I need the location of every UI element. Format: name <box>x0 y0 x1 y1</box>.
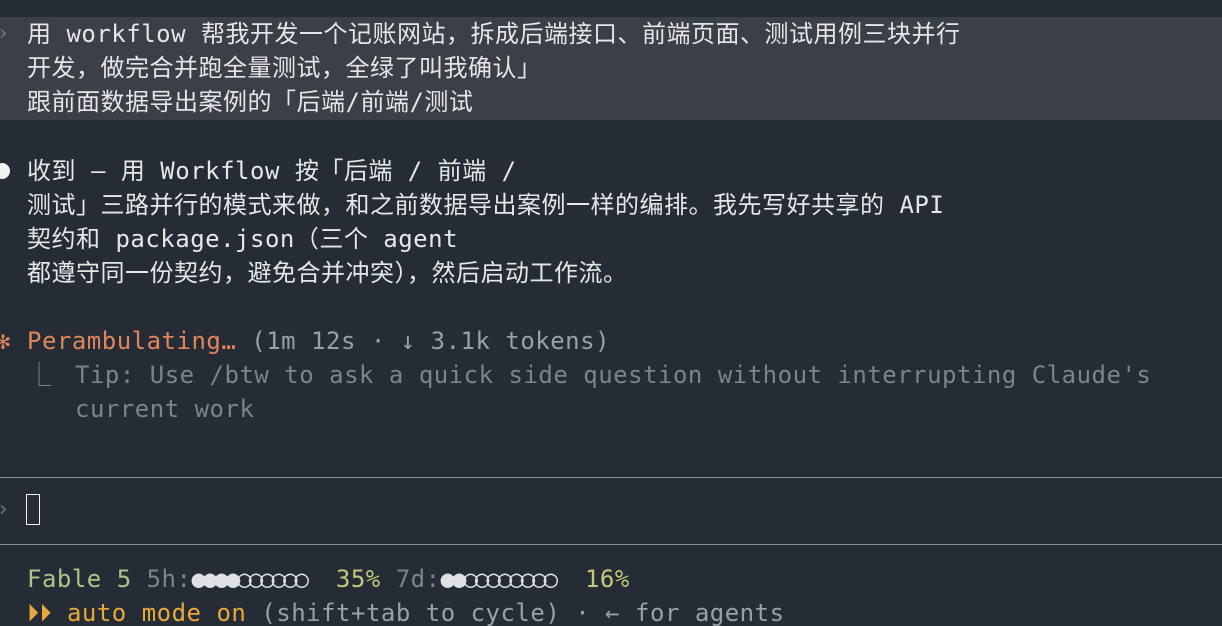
footer-usage-line: Fable 5 5h:●●●●○○○○○○ 35% 7d:●●○○○○○○○○ … <box>27 562 630 596</box>
input-bottom-divider <box>0 544 1222 545</box>
spinner-icon: ✻ <box>0 327 11 355</box>
assistant-bullet-icon <box>0 163 10 179</box>
tip-line-2: current work <box>75 395 255 423</box>
auto-mode-label[interactable]: auto mode on <box>67 599 246 626</box>
user-message-line-2: 开发，做完合并跑全量测试，全绿了叫我确认」 <box>27 54 542 82</box>
user-message-line-1: 用 workflow 帮我开发一个记账网站，拆成后端接口、前端页面、测试用例三块… <box>27 20 961 48</box>
usage-7d-percent: 16% <box>584 565 630 593</box>
usage-5h-label: 5h: <box>146 565 192 593</box>
tip-glyph-icon: ⎿ <box>27 361 52 389</box>
assistant-message-line-4: 都遵守同一份契约，避免合并冲突），然后启动工作流。 <box>27 259 628 287</box>
input-prompt-chevron-icon: › <box>0 493 12 527</box>
usage-5h-percent: 35% <box>335 565 381 593</box>
usage-7d-label: 7d: <box>395 565 441 593</box>
usage-7d-empty-dots: ○○○○○○○○ <box>463 565 558 593</box>
user-message-line-3: 跟前面数据导出案例的「后端/前端/测试 <box>27 88 474 116</box>
usage-7d-filled-dots: ●● <box>440 565 467 593</box>
tip-line-1: Tip: Use /btw to ask a quick side questi… <box>75 361 1152 389</box>
auto-mode-hint: (shift+tab to cycle) · ← for agents <box>261 599 785 626</box>
status-verb: Perambulating… <box>27 327 237 355</box>
usage-5h-empty-dots: ○○○○○○ <box>237 565 309 593</box>
user-prompt-chevron-icon: › <box>0 17 12 51</box>
footer-mode-line: ⏵⏵ auto mode on (shift+tab to cycle) · ←… <box>27 596 785 626</box>
assistant-message-line-2: 测试」三路并行的模式来做，和之前数据导出案例一样的编排。我先写好共享的 API <box>27 191 945 219</box>
auto-mode-icon: ⏵⏵ <box>27 599 52 626</box>
input-top-divider <box>0 477 1222 478</box>
status-meta: (1m 12s · ↓ 3.1k tokens) <box>251 327 611 355</box>
prompt-input[interactable] <box>26 494 40 525</box>
usage-5h-filled-dots: ●●●● <box>191 565 240 593</box>
assistant-message-line-3: 契约和 package.json（三个 agent <box>27 225 459 253</box>
assistant-message-line-1: 收到 — 用 Workflow 按「后端 / 前端 / <box>27 157 517 185</box>
status-line: Perambulating… (1m 12s · ↓ 3.1k tokens) <box>27 324 610 358</box>
model-name: Fable 5 <box>27 565 132 593</box>
